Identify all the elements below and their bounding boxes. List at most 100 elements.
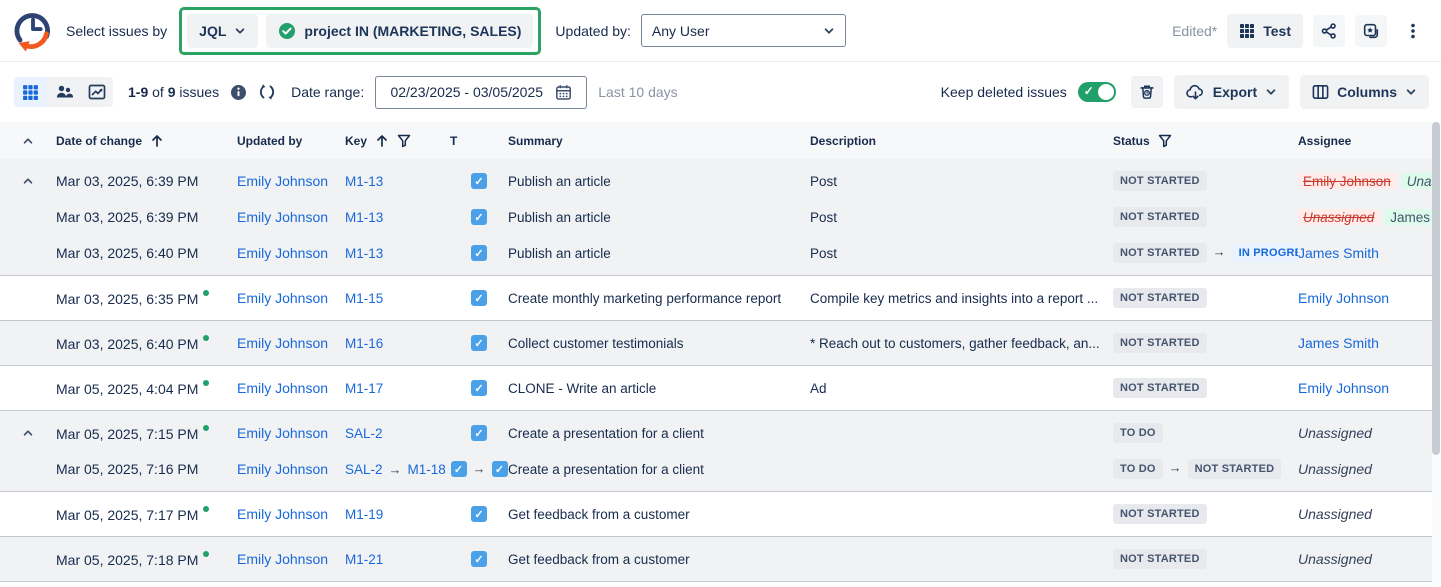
issue-key-cell: M1-13 [345, 174, 450, 189]
refresh-button[interactable] [258, 83, 276, 101]
status-cell: NOT STARTED→IN PROGRESS [1113, 243, 1298, 263]
updated-by-select[interactable]: Any User [641, 14, 846, 47]
issue-key-link[interactable]: M1-16 [345, 336, 383, 351]
assignee-unassigned: Unassigned [1298, 551, 1372, 567]
chevron-down-icon [1405, 86, 1417, 98]
type-checkbox-value: ✓ [471, 245, 487, 261]
updated-by-link[interactable]: Emily Johnson [237, 506, 328, 522]
issue-key-cell: M1-21 [345, 552, 450, 567]
assignee-cell: Unassigned [1298, 461, 1432, 477]
issue-key-link[interactable]: M1-15 [345, 291, 383, 306]
column-header-type[interactable]: T [450, 134, 508, 148]
updated-by-link[interactable]: Emily Johnson [237, 173, 328, 189]
column-header-status[interactable]: Status [1113, 134, 1298, 148]
status-cell: NOT STARTED [1113, 378, 1298, 398]
date-range-input[interactable]: 02/23/2025 - 03/05/2025 [375, 76, 587, 109]
row-group: Mar 03, 2025, 6:35 PMEmily JohnsonM1-15✓… [0, 276, 1432, 321]
toggle-check-icon: ✓ [1084, 84, 1094, 98]
summary-cell: Get feedback from a customer [508, 552, 810, 567]
type-checkbox-value: ✓ [471, 506, 487, 522]
table-row: Mar 03, 2025, 6:39 PMEmily JohnsonM1-13✓… [0, 163, 1432, 199]
issue-key-link[interactable]: M1-13 [345, 210, 383, 225]
assignee-link[interactable]: James Smith [1298, 245, 1379, 261]
updated-by-cell: Emily Johnson [237, 506, 345, 522]
collapse-group-button[interactable] [22, 427, 34, 439]
issue-key-link[interactable]: SAL-2 [345, 426, 383, 441]
table-row: Mar 05, 2025, 7:17 PMEmily JohnsonM1-19✓… [0, 496, 1432, 532]
issue-key-cell: M1-13 [345, 210, 450, 225]
table-row: Mar 05, 2025, 7:18 PMEmily JohnsonM1-21✓… [0, 541, 1432, 577]
assignee-cell: Unassigned [1298, 551, 1432, 567]
updated-by-link[interactable]: Emily Johnson [237, 209, 328, 225]
issue-key-link[interactable]: M1-18 [408, 462, 446, 477]
updated-by-link[interactable]: Emily Johnson [237, 335, 328, 351]
table-row: Mar 03, 2025, 6:39 PMEmily JohnsonM1-13✓… [0, 199, 1432, 235]
keep-deleted-toggle[interactable]: ✓ [1078, 82, 1116, 102]
sort-arrow-up-icon[interactable] [375, 134, 389, 148]
jql-mode-button[interactable]: JQL [187, 14, 258, 48]
summary-cell: Create a presentation for a client [508, 462, 810, 477]
issue-key-link[interactable]: M1-19 [345, 507, 383, 522]
people-view-tab[interactable] [47, 77, 80, 107]
filter-funnel-icon[interactable] [397, 134, 411, 148]
issue-key-link[interactable]: M1-13 [345, 246, 383, 261]
updated-by-link[interactable]: Emily Johnson [237, 461, 328, 477]
assignee-cell: James Smith [1298, 245, 1432, 261]
updated-by-link[interactable]: Emily Johnson [237, 380, 328, 396]
view-mode-switcher [14, 77, 113, 107]
issue-key-link[interactable]: M1-21 [345, 552, 383, 567]
issue-key-link[interactable]: SAL-2 [345, 462, 383, 477]
share-button[interactable] [1313, 15, 1345, 47]
type-checkbox-value: ✓ [471, 335, 487, 351]
deleted-issues-bin-button[interactable] [1131, 76, 1163, 108]
status-badge: NOT STARTED [1188, 459, 1282, 479]
status-badge: IN PROGRESS [1232, 243, 1298, 263]
column-header-updated-by[interactable]: Updated by [237, 134, 345, 148]
row-group: Mar 05, 2025, 7:15 PMEmily JohnsonSAL-2✓… [0, 411, 1432, 492]
issue-key-cell: M1-19 [345, 507, 450, 522]
table-view-tab[interactable] [14, 77, 47, 107]
more-actions-button[interactable] [1397, 15, 1429, 47]
assignee-new-value: James Smith [1385, 209, 1432, 225]
issue-key-cell: M1-17 [345, 381, 450, 396]
jql-query-chip[interactable]: project IN (MARKETING, SALES) [266, 14, 533, 48]
report-name-button[interactable]: Test [1227, 14, 1303, 48]
collapse-all-button[interactable] [0, 135, 56, 147]
columns-icon [1312, 84, 1329, 100]
saved-reports-button[interactable] [1355, 15, 1387, 47]
issue-key-cell: SAL-2 [345, 426, 450, 441]
issue-key-link[interactable]: M1-17 [345, 381, 383, 396]
collapse-group-button[interactable] [22, 175, 34, 187]
assignee-link[interactable]: Emily Johnson [1298, 380, 1389, 396]
chart-view-tab[interactable] [80, 77, 113, 107]
date-of-change-cell: Mar 03, 2025, 6:39 PM [56, 209, 237, 225]
vertical-scrollbar[interactable] [1432, 122, 1440, 587]
date-of-change-cell: Mar 03, 2025, 6:35 PM [56, 290, 237, 307]
info-button[interactable] [230, 84, 247, 101]
updated-by-link[interactable]: Emily Johnson [237, 425, 328, 441]
status-badge: TO DO [1113, 423, 1163, 443]
row-group: Mar 05, 2025, 7:17 PMEmily JohnsonM1-19✓… [0, 492, 1432, 537]
column-header-date[interactable]: Date of change [56, 134, 237, 148]
scrollbar-thumb[interactable] [1432, 122, 1440, 455]
updated-by-link[interactable]: Emily Johnson [237, 290, 328, 306]
columns-button[interactable]: Columns [1300, 75, 1429, 109]
summary-cell: Create a presentation for a client [508, 426, 810, 441]
change-arrow-icon: → [1169, 460, 1182, 475]
table-view-icon [22, 84, 39, 101]
column-header-summary[interactable]: Summary [508, 134, 810, 148]
updated-by-link[interactable]: Emily Johnson [237, 551, 328, 567]
issue-key-link[interactable]: M1-13 [345, 174, 383, 189]
assignee-link[interactable]: James Smith [1298, 335, 1379, 351]
issue-type-cell: ✓ [450, 551, 508, 567]
column-header-key[interactable]: Key [345, 134, 450, 148]
sort-arrow-up-icon[interactable] [150, 134, 164, 148]
kebab-menu-icon [1405, 22, 1421, 40]
change-arrow-icon: → [473, 461, 486, 477]
export-button[interactable]: Export [1174, 75, 1289, 109]
filter-funnel-icon[interactable] [1158, 134, 1172, 148]
updated-by-link[interactable]: Emily Johnson [237, 245, 328, 261]
column-header-description[interactable]: Description [810, 134, 1113, 148]
column-header-assignee[interactable]: Assignee [1298, 134, 1432, 148]
assignee-link[interactable]: Emily Johnson [1298, 290, 1389, 306]
